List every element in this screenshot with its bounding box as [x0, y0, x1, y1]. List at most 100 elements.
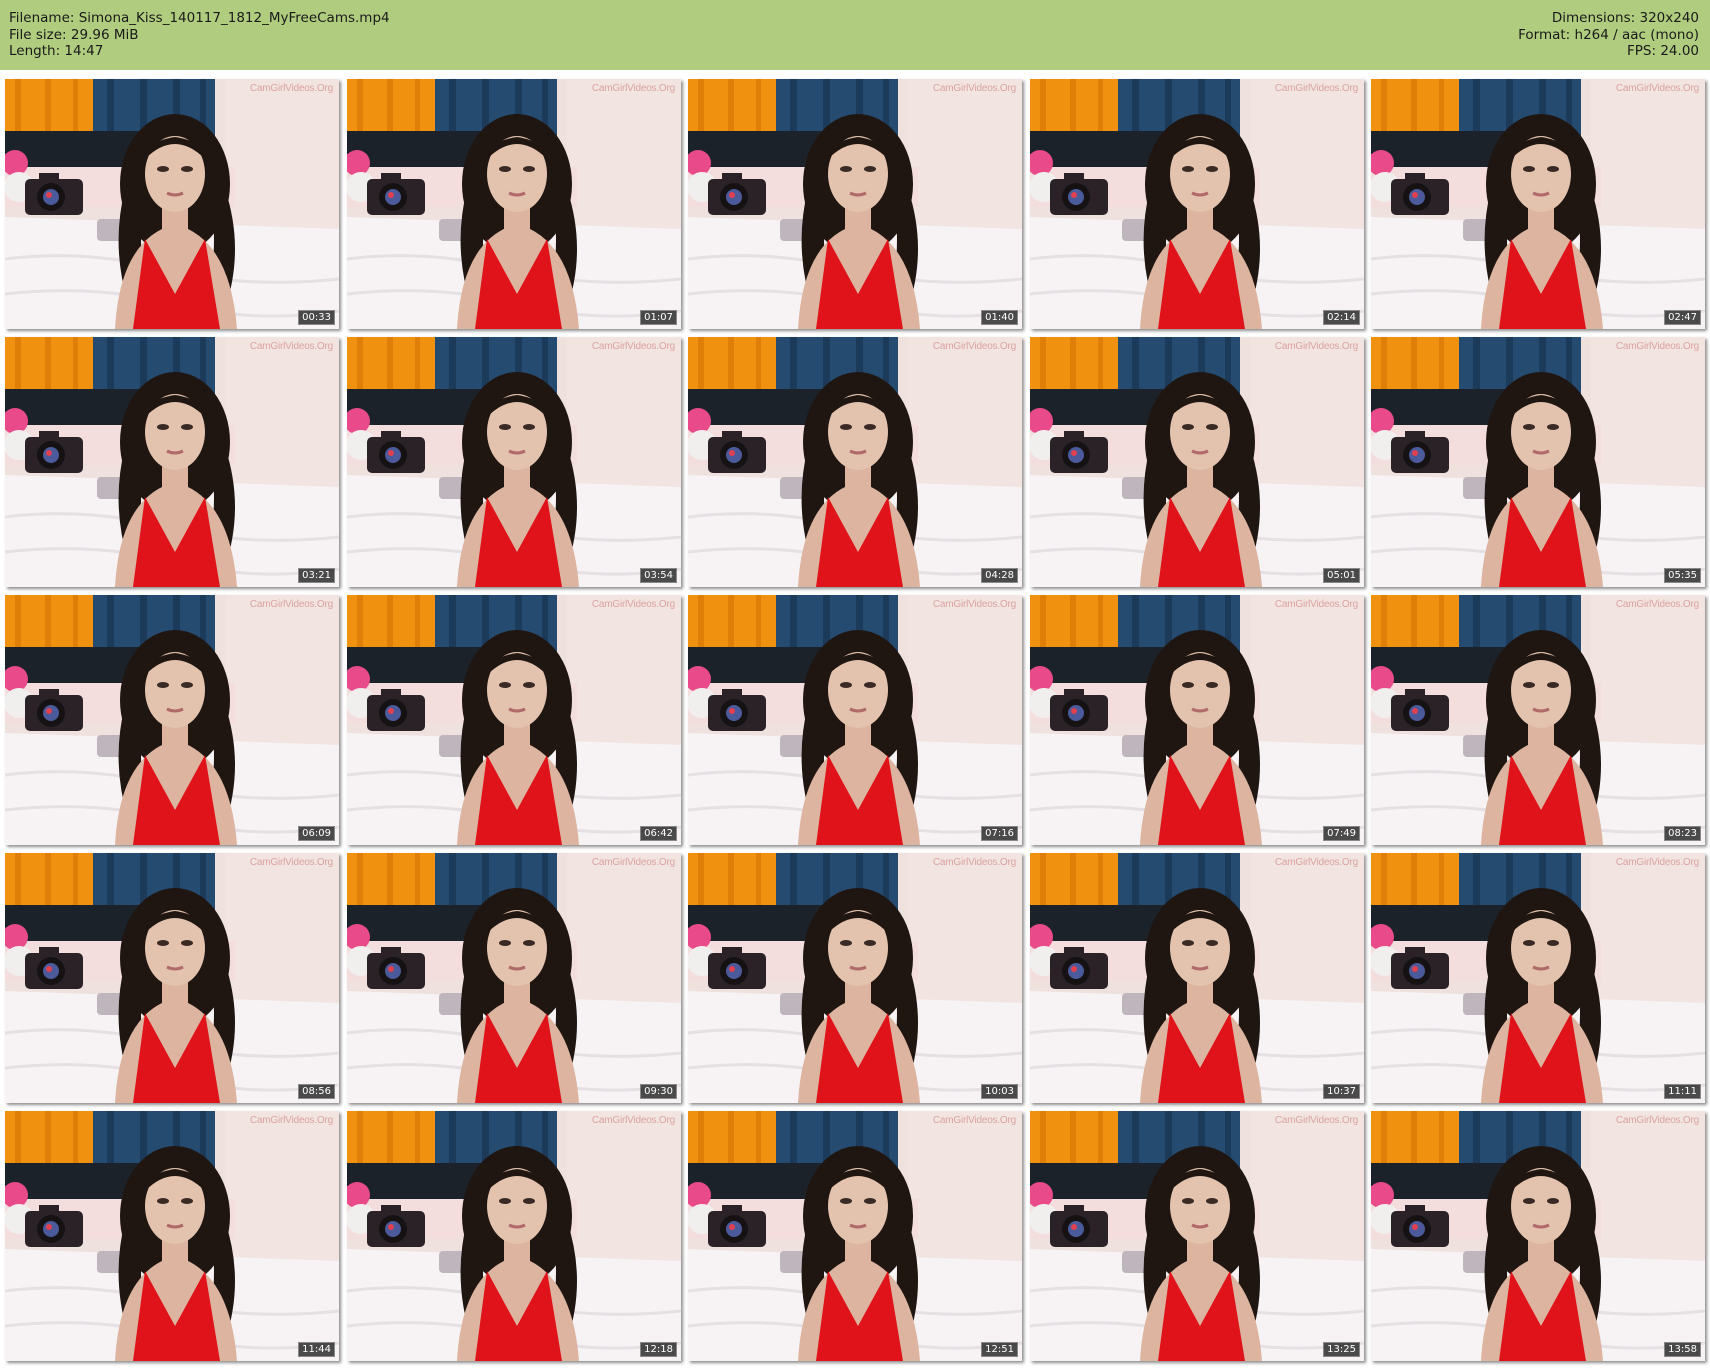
thumbnail-frame[interactable]: CamGirlVideos.Org 10:37: [1030, 853, 1364, 1103]
thumbnail-frame[interactable]: CamGirlVideos.Org 00:33: [5, 79, 339, 329]
watermark-text: CamGirlVideos.Org: [1615, 1115, 1699, 1126]
format-label: Format: h264 / aac (mono): [1518, 26, 1699, 43]
frame-image: [1371, 79, 1705, 329]
watermark-text: CamGirlVideos.Org: [591, 341, 675, 352]
frame-image: [1371, 337, 1705, 587]
frame-image: [1371, 853, 1705, 1103]
timestamp-label: 07:49: [1323, 826, 1360, 841]
watermark-text: CamGirlVideos.Org: [1274, 599, 1358, 610]
dimensions-label: Dimensions: 320x240: [1551, 10, 1699, 26]
thumbnail-frame[interactable]: CamGirlVideos.Org 01:07: [347, 79, 681, 329]
frame-image: [688, 1111, 1022, 1361]
watermark-text: CamGirlVideos.Org: [249, 857, 333, 868]
thumbnail-frame[interactable]: CamGirlVideos.Org 13:58: [1371, 1111, 1705, 1361]
file-info: Filename: Simona_Kiss_140117_1812_MyFree…: [9, 10, 390, 60]
watermark-text: CamGirlVideos.Org: [932, 857, 1016, 868]
thumbnail-frame[interactable]: CamGirlVideos.Org 12:51: [688, 1111, 1022, 1361]
frame-image: [5, 1111, 339, 1361]
timestamp-label: 11:44: [298, 1342, 335, 1357]
watermark-text: CamGirlVideos.Org: [1274, 1115, 1358, 1126]
watermark-text: CamGirlVideos.Org: [249, 341, 333, 352]
fps-label: FPS: 24.00: [1627, 43, 1699, 59]
timestamp-label: 08:56: [298, 1084, 335, 1099]
frame-image: [688, 853, 1022, 1103]
thumbnail-frame[interactable]: CamGirlVideos.Org 07:49: [1030, 595, 1364, 845]
timestamp-label: 04:28: [981, 568, 1018, 583]
thumbnail-frame[interactable]: CamGirlVideos.Org 08:23: [1371, 595, 1705, 845]
watermark-text: CamGirlVideos.Org: [1274, 857, 1358, 868]
frame-image: [347, 853, 681, 1103]
frame-image: [1030, 853, 1364, 1103]
timestamp-label: 00:33: [298, 310, 335, 325]
watermark-text: CamGirlVideos.Org: [249, 599, 333, 610]
frame-image: [1030, 595, 1364, 845]
frame-image: [688, 79, 1022, 329]
thumbnail-frame[interactable]: CamGirlVideos.Org 12:18: [347, 1111, 681, 1361]
thumbnail-frame[interactable]: CamGirlVideos.Org 02:14: [1030, 79, 1364, 329]
thumbnail-frame[interactable]: CamGirlVideos.Org 11:11: [1371, 853, 1705, 1103]
frame-image: [347, 1111, 681, 1361]
frame-image: [1030, 1111, 1364, 1361]
timestamp-label: 13:58: [1664, 1342, 1701, 1357]
watermark-text: CamGirlVideos.Org: [1615, 857, 1699, 868]
timestamp-label: 05:01: [1323, 568, 1360, 583]
timestamp-label: 06:42: [640, 826, 677, 841]
frame-image: [1030, 79, 1364, 329]
frame-image: [1371, 1111, 1705, 1361]
thumbnail-frame[interactable]: CamGirlVideos.Org 07:16: [688, 595, 1022, 845]
frame-image: [5, 79, 339, 329]
watermark-text: CamGirlVideos.Org: [1615, 341, 1699, 352]
filesize-label: File size: 29.96 MiB: [9, 26, 139, 43]
filename-label: Filename: Simona_Kiss_140117_1812_MyFree…: [9, 10, 390, 26]
info-header: Filename: Simona_Kiss_140117_1812_MyFree…: [0, 0, 1710, 70]
timestamp-label: 10:03: [981, 1084, 1018, 1099]
watermark-text: CamGirlVideos.Org: [591, 857, 675, 868]
timestamp-label: 07:16: [981, 826, 1018, 841]
thumbnail-frame[interactable]: CamGirlVideos.Org 05:35: [1371, 337, 1705, 587]
thumbnail-frame[interactable]: CamGirlVideos.Org 06:09: [5, 595, 339, 845]
watermark-text: CamGirlVideos.Org: [1274, 83, 1358, 94]
watermark-text: CamGirlVideos.Org: [1615, 599, 1699, 610]
frame-image: [347, 595, 681, 845]
thumbnail-frame[interactable]: CamGirlVideos.Org 04:28: [688, 337, 1022, 587]
watermark-text: CamGirlVideos.Org: [932, 83, 1016, 94]
watermark-text: CamGirlVideos.Org: [1615, 83, 1699, 94]
thumbnail-frame[interactable]: CamGirlVideos.Org 03:54: [347, 337, 681, 587]
thumbnail-frame[interactable]: CamGirlVideos.Org 02:47: [1371, 79, 1705, 329]
watermark-text: CamGirlVideos.Org: [591, 1115, 675, 1126]
thumbnail-frame[interactable]: CamGirlVideos.Org 01:40: [688, 79, 1022, 329]
frame-image: [1371, 595, 1705, 845]
thumbnail-frame[interactable]: CamGirlVideos.Org 13:25: [1030, 1111, 1364, 1361]
stream-info: Dimensions: 320x240 Format: h264 / aac (…: [1518, 10, 1699, 60]
timestamp-label: 01:07: [640, 310, 677, 325]
watermark-text: CamGirlVideos.Org: [932, 1115, 1016, 1126]
thumbnail-frame[interactable]: CamGirlVideos.Org 09:30: [347, 853, 681, 1103]
thumbnail-frame[interactable]: CamGirlVideos.Org 11:44: [5, 1111, 339, 1361]
timestamp-label: 02:47: [1664, 310, 1701, 325]
timestamp-label: 08:23: [1664, 826, 1701, 841]
frame-image: [5, 853, 339, 1103]
frame-image: [1030, 337, 1364, 587]
frame-image: [688, 595, 1022, 845]
watermark-text: CamGirlVideos.Org: [1274, 341, 1358, 352]
frame-image: [347, 337, 681, 587]
thumbnail-frame[interactable]: CamGirlVideos.Org 08:56: [5, 853, 339, 1103]
watermark-text: CamGirlVideos.Org: [249, 83, 333, 94]
timestamp-label: 02:14: [1323, 310, 1360, 325]
watermark-text: CamGirlVideos.Org: [591, 599, 675, 610]
timestamp-label: 13:25: [1323, 1342, 1360, 1357]
thumbnail-frame[interactable]: CamGirlVideos.Org 06:42: [347, 595, 681, 845]
length-label: Length: 14:47: [9, 43, 104, 59]
timestamp-label: 01:40: [981, 310, 1018, 325]
frame-image: [688, 337, 1022, 587]
thumbnail-frame[interactable]: CamGirlVideos.Org 03:21: [5, 337, 339, 587]
thumbnail-frame[interactable]: CamGirlVideos.Org 05:01: [1030, 337, 1364, 587]
timestamp-label: 11:11: [1664, 1084, 1701, 1099]
timestamp-label: 06:09: [298, 826, 335, 841]
timestamp-label: 10:37: [1323, 1084, 1360, 1099]
thumbnail-frame[interactable]: CamGirlVideos.Org 10:03: [688, 853, 1022, 1103]
frame-image: [5, 337, 339, 587]
watermark-text: CamGirlVideos.Org: [932, 341, 1016, 352]
timestamp-label: 09:30: [640, 1084, 677, 1099]
timestamp-label: 03:21: [298, 568, 335, 583]
